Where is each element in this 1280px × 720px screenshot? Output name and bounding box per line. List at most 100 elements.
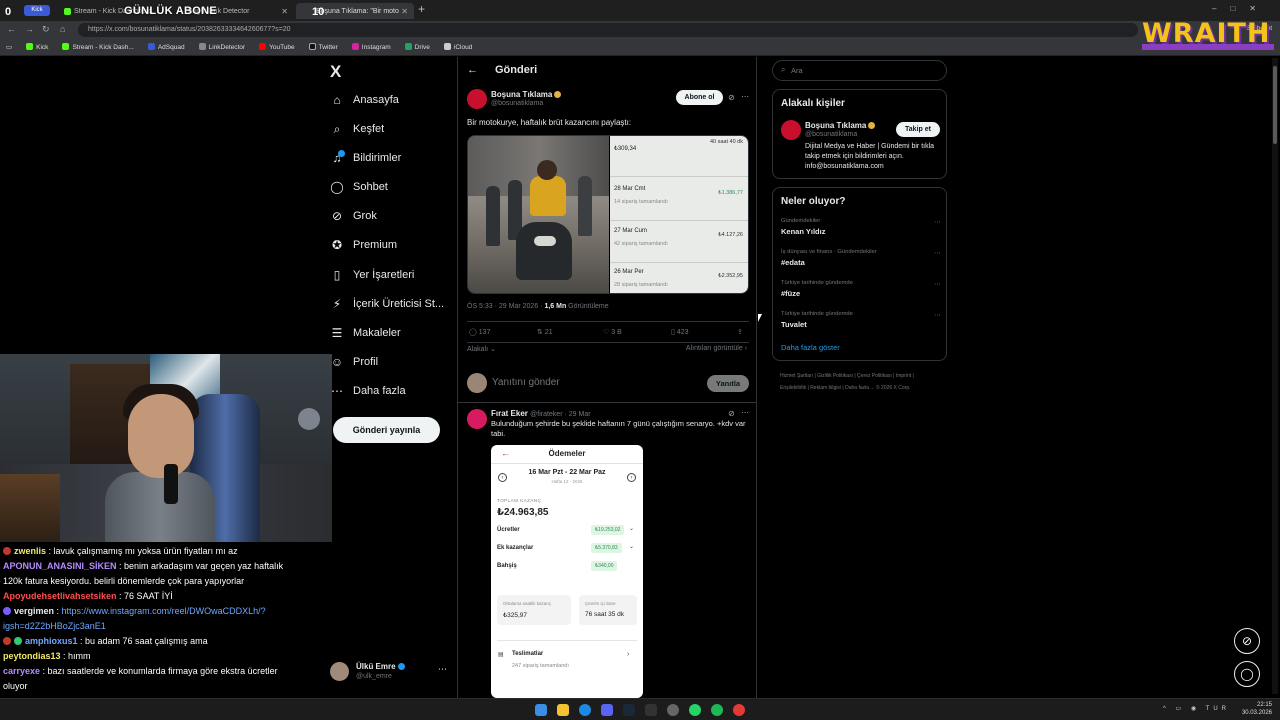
grok-icon[interactable]: ⊘ xyxy=(728,409,735,418)
overlay-daily-subs: GÜNLÜK ABONE xyxy=(124,5,218,17)
post-button[interactable]: Gönderi yayınla xyxy=(333,417,440,443)
bookmark-instagram[interactable]: Instagram xyxy=(351,43,391,51)
reload-icon[interactable]: ↻ xyxy=(42,24,50,35)
view-quotes-link[interactable]: Alıntıları görüntüle › xyxy=(686,345,747,352)
show-more-link[interactable]: Daha fazla göster xyxy=(781,343,840,352)
kick-tab-chip[interactable]: Kick xyxy=(24,5,50,16)
chat-badge-icon xyxy=(3,637,11,645)
nav-chat[interactable]: ◯ Sohbet xyxy=(330,176,388,198)
back-icon[interactable]: ← xyxy=(7,24,16,34)
bookmark-youtube[interactable]: YouTube xyxy=(259,43,295,51)
reply-composer: Yanıtını gönder Yanıtla xyxy=(458,363,756,403)
clock[interactable]: 22:15 30.03.2026 xyxy=(1242,701,1272,717)
grok-float-icon[interactable]: ⊘ xyxy=(1234,628,1260,654)
folder-icon[interactable] xyxy=(557,704,569,716)
reply-icon: ◯ xyxy=(469,329,479,336)
verified-icon xyxy=(554,91,562,98)
related-name[interactable]: Boşuna Tıklama xyxy=(805,121,876,130)
more-icon[interactable]: ⋯ xyxy=(934,311,941,319)
like-action[interactable]: ♡ 3 B xyxy=(603,328,622,336)
more-icon[interactable]: ⋯ xyxy=(741,92,749,101)
account-switcher[interactable]: Ülkü Emre @ulk_emre ⋯ xyxy=(330,660,450,686)
bookmark-icloud[interactable]: iCloud xyxy=(443,43,472,51)
payments-screenshot[interactable]: ← Ödemeler ‹ 16 Mar Pzt - 22 Mar Paz Haf… xyxy=(491,445,643,698)
bookmark-adsquad[interactable]: AdSquad xyxy=(147,43,185,51)
scrollbar[interactable] xyxy=(1272,58,1278,694)
bookmark-stream[interactable]: Stream - Kick Dash... xyxy=(62,43,134,51)
related-handle: @bosunatiklama xyxy=(805,131,858,138)
forward-icon[interactable]: → xyxy=(25,24,34,34)
steam-icon[interactable] xyxy=(623,704,635,716)
reply-button[interactable]: Yanıtla xyxy=(707,375,749,392)
reply-input[interactable]: Yanıtını gönder xyxy=(492,377,560,388)
more-icon[interactable]: ⋯ xyxy=(934,280,941,288)
whatsapp-icon[interactable] xyxy=(689,704,701,716)
avatar[interactable] xyxy=(781,120,801,140)
bookmarks-bar: ▭ Kick Stream - Kick Dash... AdSquad Lin… xyxy=(0,39,1280,56)
avatar xyxy=(467,373,487,393)
home-icon[interactable]: ⌂ xyxy=(60,24,65,34)
subscribe-button[interactable]: Abone ol xyxy=(676,90,723,105)
earnings-screenshot: ₺309,34 40 saat 40 dk 28 Mar Cmt 14 sipa… xyxy=(610,136,748,293)
nav-profile[interactable]: ☺ Profil xyxy=(330,351,378,373)
trend-item[interactable]: İş dünyası ve finans · Gündemdekiler #eda… xyxy=(781,249,941,277)
new-tab-icon[interactable]: + xyxy=(418,2,425,16)
bookmark-twitter[interactable]: Twitter xyxy=(308,43,338,51)
scrollbar-thumb[interactable] xyxy=(1273,66,1277,144)
grok-icon[interactable]: ⊘ xyxy=(728,93,735,102)
start-icon[interactable] xyxy=(535,704,547,716)
more-icon[interactable]: ⋯ xyxy=(934,249,941,257)
chat-message: vergimen : https://www.instagram.com/ree… xyxy=(3,606,266,631)
search-input[interactable]: ⌕ Ara xyxy=(772,60,947,81)
reply-author[interactable]: Fırat Eker @firateker · 29 Mar xyxy=(491,409,591,418)
post-author[interactable]: Boşuna Tıklama xyxy=(491,90,562,99)
footer-links[interactable]: Hizmet Şartları | Gizlilik Politikası | … xyxy=(780,370,940,394)
nav-creator-studio[interactable]: ⚡ İçerik Üreticisi St... xyxy=(330,293,444,315)
trend-item[interactable]: Türkiye tarihinde gündemde Tuvalet ⋯ xyxy=(781,311,941,339)
nav-explore[interactable]: ⌕ Keşfet xyxy=(330,118,385,140)
premium-icon: ✪ xyxy=(331,238,343,252)
edge-icon[interactable] xyxy=(579,704,591,716)
nav-home[interactable]: ⌂ Anasayfa xyxy=(330,89,399,111)
trend-item[interactable]: Türkiye tarihinde gündemde #füze ⋯ xyxy=(781,280,941,308)
window-controls[interactable]: –□✕ xyxy=(1212,4,1270,13)
bookmark-drive[interactable]: Drive xyxy=(404,43,430,51)
url-field[interactable]: https://x.com/bosunatiklama/status/20382… xyxy=(78,23,1138,37)
share-icon[interactable]: ⇪ xyxy=(737,328,743,336)
avatar[interactable] xyxy=(467,409,487,429)
system-tray[interactable]: ^ ▭ ◉ TUR xyxy=(1163,705,1230,712)
nav-articles[interactable]: ☰ Makaleler xyxy=(330,322,401,344)
app-icon[interactable] xyxy=(645,704,657,716)
trend-item[interactable]: Gündemdekiler Kenan Yıldız ⋯ xyxy=(781,218,941,246)
post-media[interactable]: ₺309,34 40 saat 40 dk 28 Mar Cmt 14 sipa… xyxy=(467,135,749,294)
obs-icon[interactable] xyxy=(733,704,745,716)
reply-action[interactable]: ◯ 137 xyxy=(469,328,490,336)
chrome-icon[interactable] xyxy=(667,704,679,716)
close-icon[interactable]: ✕ xyxy=(401,7,408,16)
sort-relevance[interactable]: Alakalı ⌄ xyxy=(467,345,496,353)
more-icon[interactable]: ⋯ xyxy=(934,218,941,226)
close-icon[interactable]: ✕ xyxy=(281,7,288,16)
more-icon[interactable]: ⋯ xyxy=(741,408,749,417)
avatar[interactable] xyxy=(467,89,487,109)
nav-bookmarks[interactable]: ▯ Yer İşaretleri xyxy=(330,264,415,286)
x-logo-icon[interactable]: X xyxy=(330,62,341,82)
spotify-icon[interactable] xyxy=(711,704,723,716)
chevron-down-icon: ⌄ xyxy=(629,544,635,550)
nav-premium[interactable]: ✪ Premium xyxy=(330,234,397,256)
repost-action[interactable]: ⇅ 21 xyxy=(537,328,553,336)
nav-grok[interactable]: ⊘ Grok xyxy=(330,205,377,227)
chat-message: Apoyudehsetlivahsetsiken : 76 SAAT İYİ xyxy=(3,591,173,601)
messages-float-icon[interactable]: ◯ xyxy=(1234,661,1260,687)
grok-icon: ⊘ xyxy=(331,209,343,223)
bookmark-kick[interactable]: Kick xyxy=(26,43,48,51)
back-arrow-icon[interactable]: ← xyxy=(467,64,478,76)
discord-icon[interactable] xyxy=(601,704,613,716)
nav-more[interactable]: ⋯ Daha fazla xyxy=(330,380,406,402)
post-handle[interactable]: @bosunatiklama xyxy=(491,100,543,107)
bookmark-action[interactable]: ▯ 423 xyxy=(671,328,688,336)
follow-button[interactable]: Takip et xyxy=(896,122,940,137)
more-icon[interactable]: ⋯ xyxy=(438,664,447,675)
bookmarks-apps-icon[interactable]: ▭ xyxy=(6,43,12,51)
bookmark-linkdetector[interactable]: LinkDetector xyxy=(198,43,245,51)
